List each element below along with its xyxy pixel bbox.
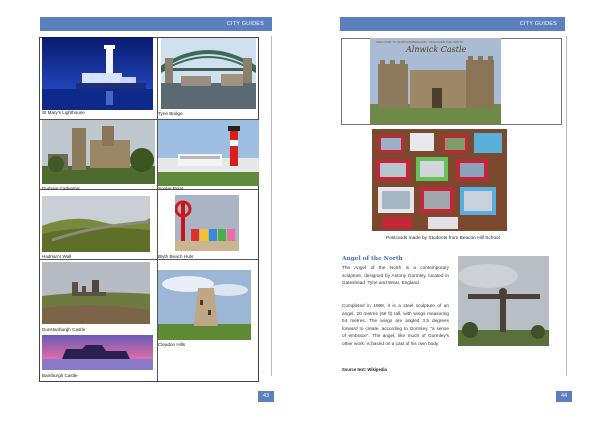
photo-souter-point: [158, 120, 259, 186]
photo-dunstanburgh-castle: [42, 262, 150, 324]
left-header-bar: CITY GUIDES: [40, 17, 272, 31]
castle-banner-title: Alnwick Castle: [406, 45, 467, 54]
caption-dunstanburgh: Dunstanburgh Castle: [42, 327, 86, 332]
photo-durham-cathedral: [42, 120, 155, 184]
caption-tyne-bridge: Tyne Bridge: [158, 111, 183, 116]
photo-bamburgh-castle: [42, 335, 153, 370]
castle-banner-line: WELCOME TO NORTHUMBERLAND · DISCOVER THE…: [376, 40, 464, 44]
grid-divider-row3: [40, 259, 258, 260]
photo-postcards: [372, 129, 507, 231]
left-margin-line: [271, 36, 272, 376]
article-paragraph-2: Completed in 1998, it is a steel sculptu…: [342, 303, 449, 346]
postcards-caption: Postcards made by Students from Beacon H…: [386, 236, 500, 241]
photo-tyne-bridge: [161, 38, 256, 109]
photo-hadrians-wall: [42, 196, 150, 252]
right-page-number: 44: [556, 391, 572, 402]
caption-bamburgh: Bamburgh Castle: [42, 373, 78, 378]
caption-hadrians: Hadrian's Wall: [42, 254, 72, 259]
caption-durham: Durham Cathedral: [42, 186, 80, 191]
photo-st-marys-lighthouse: [42, 37, 153, 110]
margin-mark: .: [263, 368, 265, 374]
photo-angel-of-the-north: [458, 256, 549, 346]
caption-st-marys: St Mary's Lighthouse: [42, 110, 85, 115]
caption-blyth: Blyth Beach Huts: [158, 254, 194, 259]
right-margin-line: [566, 36, 567, 376]
photo-cleadon-hills: [158, 270, 251, 340]
caption-souter: Souter Point: [158, 186, 184, 191]
caption-cleadon: Cleadon Hills: [158, 342, 186, 347]
photo-blyth-beach-huts: [175, 195, 239, 251]
article-title: Angel of the North: [342, 256, 403, 262]
article-paragraph-1: The Angel of the North is a contemporary…: [342, 265, 449, 286]
source-credit: Source text: Wikipedia: [342, 367, 387, 372]
margin-mark: .: [562, 366, 564, 372]
right-header-bar: CITY GUIDES: [340, 17, 565, 31]
left-page-number: 43: [258, 391, 274, 402]
